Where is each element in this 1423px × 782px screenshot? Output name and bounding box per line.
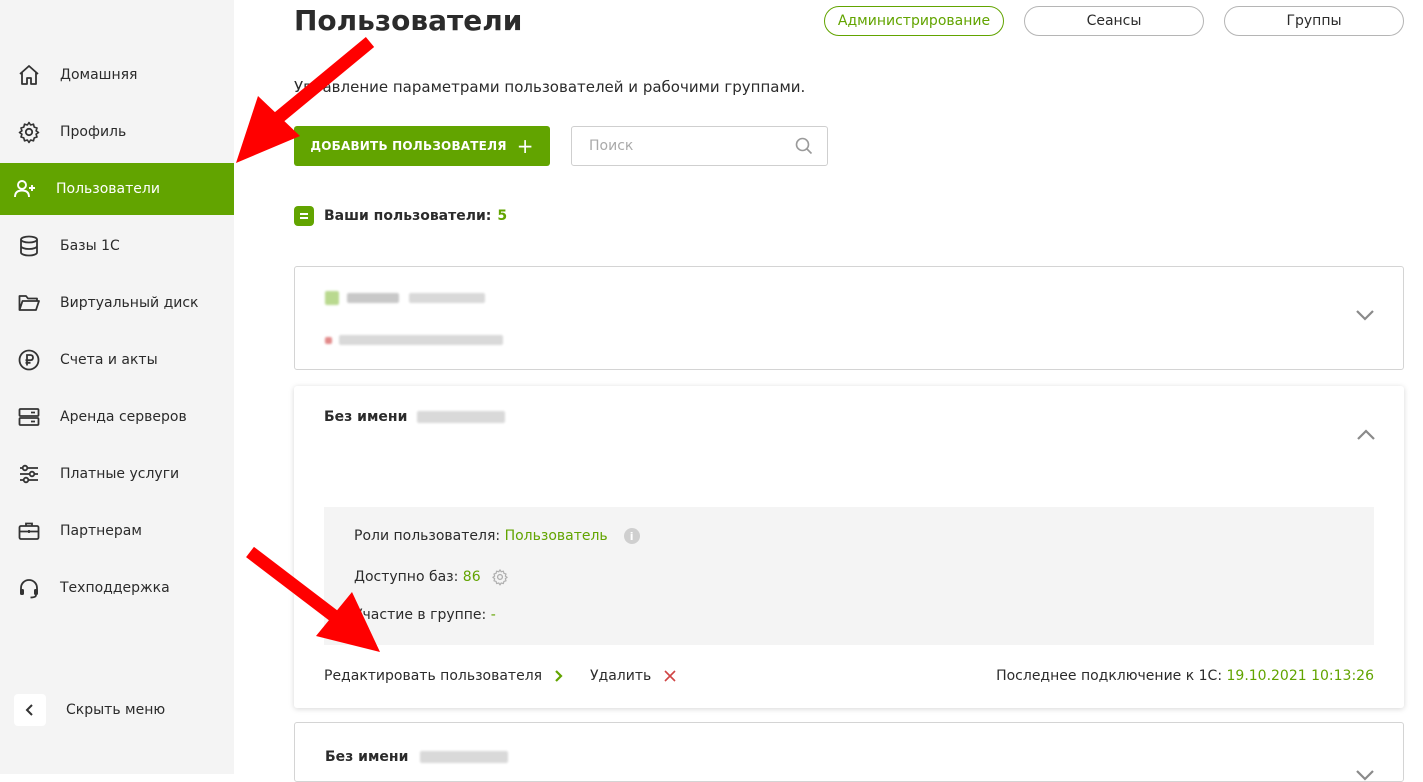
user-card-name: Без имени [325,749,409,765]
tab-administration[interactable]: Администрирование [824,6,1004,36]
sidebar-item-partners[interactable]: Партнерам [0,505,234,557]
user-card[interactable] [294,266,1404,370]
page-title: Пользователи [294,4,523,37]
user-login-blurred [420,751,509,763]
briefcase-icon [18,522,40,540]
sliders-icon [20,464,38,484]
tab-sessions[interactable]: Сеансы [1024,6,1204,36]
sidebar-item-label: Виртуальный диск [60,295,199,311]
sidebar-item-label: Базы 1С [60,238,120,254]
sidebar-item-label: Платные услуги [60,466,180,482]
sidebar-item-label: Пользователи [56,181,160,197]
sidebar-item-label: Домашняя [60,67,138,83]
sidebar-item-label: Аренда серверов [60,409,187,425]
roles-label: Роли пользователя: [354,528,501,544]
close-icon [664,670,676,682]
gear-icon [18,121,40,144]
sidebar-item-label: Профиль [60,124,127,140]
add-user-button[interactable]: ДОБАВИТЬ ПОЛЬЗОВАТЕЛЯ + [294,126,550,166]
chevron-down-icon[interactable] [1355,769,1375,781]
bases-value[interactable]: 86 [463,569,481,585]
sidebar-item-label: Техподдержка [60,580,170,596]
user-card-expanded: Без имени Роли пользователя: Пользовател… [294,386,1404,708]
sidebar-item-label: Партнерам [60,523,142,539]
chevron-left-icon [14,694,46,726]
bases-label: Доступно баз: [354,569,459,585]
folder-icon [18,295,40,311]
headset-icon [20,579,38,599]
sidebar: Домашняя Профиль Пользователи Базы 1С Ви… [0,0,234,774]
users-count-label: Ваши пользователи: [324,208,492,224]
users-count-value: 5 [497,208,508,224]
tab-groups[interactable]: Группы [1224,6,1404,36]
sidebar-item-bases[interactable]: Базы 1С [0,220,234,272]
add-user-icon [14,180,35,198]
sidebar-item-home[interactable]: Домашняя [0,49,234,101]
user-card-name: Без имени [324,409,408,425]
hide-menu-button[interactable]: Скрыть меню [14,694,165,726]
user-details-panel: Роли пользователя: Пользователь i Доступ… [324,507,1374,645]
sidebar-item-support[interactable]: Техподдержка [0,562,234,614]
search-icon[interactable] [795,137,813,155]
server-icon [18,408,40,426]
info-icon[interactable]: i [623,528,640,544]
group-value: - [490,607,496,623]
ruble-icon [18,349,40,371]
page-subtitle: Управление параметрами пользователей и р… [294,78,806,96]
search-box [571,126,828,166]
sidebar-item-disk[interactable]: Виртуальный диск [0,277,234,329]
sidebar-item-label: Счета и акты [60,352,158,368]
user-card-name-blurred [325,291,485,305]
last-connection-value: 19.10.2021 10:13:26 [1226,668,1375,684]
gear-icon[interactable] [491,568,509,586]
edit-user-label: Редактировать пользователя [324,668,543,684]
home-icon [19,65,39,85]
sidebar-item-profile[interactable]: Профиль [0,106,234,158]
database-icon [20,235,38,257]
chevron-up-icon[interactable] [1356,429,1376,441]
user-login-blurred [417,411,506,423]
add-user-button-label: ДОБАВИТЬ ПОЛЬЗОВАТЕЛЯ [310,139,507,153]
users-count: Ваши пользователи: 5 [294,206,507,226]
group-label: Участие в группе: [354,607,487,623]
delete-user-button[interactable]: Удалить [590,668,677,684]
sidebar-item-paid-services[interactable]: Платные услуги [0,448,234,500]
roles-value[interactable]: Пользователь [505,528,608,544]
sidebar-item-users[interactable]: Пользователи [0,163,234,215]
sidebar-item-invoices[interactable]: Счета и акты [0,334,234,386]
edit-user-button[interactable]: Редактировать пользователя [324,668,564,684]
user-card[interactable]: Без имени [294,722,1404,782]
last-connection-label: Последнее подключение к 1С: [996,668,1223,684]
chevron-right-icon [555,670,563,682]
sidebar-item-servers[interactable]: Аренда серверов [0,391,234,443]
search-input[interactable] [572,127,789,165]
plus-icon: + [516,134,534,158]
user-card-email-blurred [325,335,503,345]
list-icon [294,206,314,226]
delete-user-label: Удалить [590,668,652,684]
hide-menu-label: Скрыть меню [66,702,166,718]
chevron-down-icon[interactable] [1355,309,1375,321]
last-connection: Последнее подключение к 1С: 19.10.2021 1… [996,668,1374,684]
